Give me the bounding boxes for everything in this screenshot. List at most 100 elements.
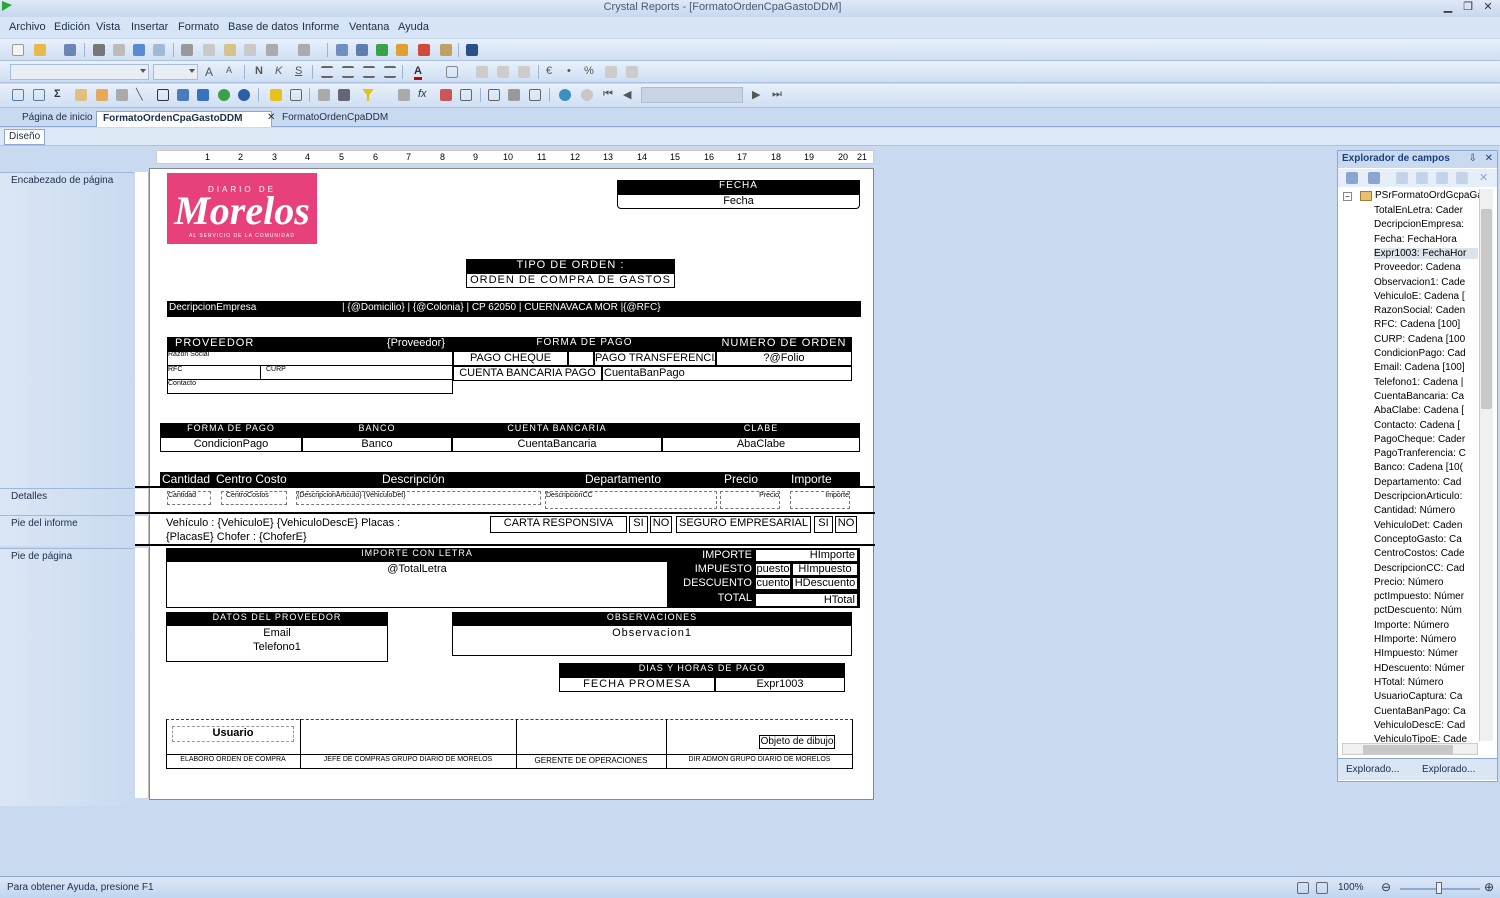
cuenta-bancaria-field[interactable]: CuentaBancaria <box>452 437 662 452</box>
page-setup-icon[interactable] <box>508 89 520 101</box>
label-importe[interactable]: IMPORTE <box>668 549 752 561</box>
field-item[interactable]: HImpuesto: Númer <box>1374 648 1478 659</box>
field-item[interactable]: ConceptoGasto: Ca <box>1374 534 1478 545</box>
format-painter-icon[interactable] <box>244 44 256 56</box>
decrease-decimals-icon[interactable] <box>626 66 638 78</box>
box-icon[interactable] <box>157 89 169 101</box>
summary-icon[interactable]: Σ <box>54 88 61 100</box>
template-icon[interactable] <box>398 89 410 101</box>
field-item[interactable]: PagoCheque: Cader <box>1374 434 1478 445</box>
stop-icon[interactable] <box>581 89 593 101</box>
section-expert-icon[interactable] <box>290 89 302 101</box>
carta-responsiva[interactable]: CARTA RESPONSIVA <box>490 516 627 533</box>
menu-base-de-datos[interactable]: Base de datos <box>228 21 298 33</box>
field-item[interactable]: CentroCostos: Cade <box>1374 548 1478 559</box>
rename-icon[interactable] <box>1456 172 1468 184</box>
guidelines-icon[interactable] <box>488 89 500 101</box>
htotal-field[interactable]: HTotal <box>755 593 858 607</box>
field-item[interactable]: Telefono1: Cadena | <box>1374 377 1478 388</box>
detail-importe[interactable]: Importe <box>790 491 850 509</box>
bold-button[interactable]: N <box>255 65 263 77</box>
detail-descripcion[interactable]: {DescripcionArticulo} {VehiculoDet} <box>296 491 541 505</box>
field-item[interactable]: DescripcionCC: Cad <box>1374 563 1478 574</box>
font-size-combo[interactable] <box>153 64 198 80</box>
field-item[interactable]: DecripcionEmpresa: <box>1374 219 1478 230</box>
label-total[interactable]: TOTAL <box>668 592 752 604</box>
email-field[interactable]: Email <box>166 627 388 639</box>
close-button[interactable]: ✕ <box>1478 0 1498 15</box>
tab-formato-orden-cpa-gasto[interactable]: FormatoOrdenCpaGastoDDM <box>96 111 272 127</box>
section-page-header[interactable]: Encabezado de página <box>0 172 134 488</box>
field-item[interactable]: Contacto: Cadena [ <box>1374 420 1478 431</box>
contacto-field[interactable]: Contacto <box>168 380 196 387</box>
pin-icon[interactable]: ⇩ <box>1469 153 1477 164</box>
collapse-icon[interactable]: − <box>1343 192 1352 201</box>
field-item[interactable]: Departamento: Cad <box>1374 477 1478 488</box>
seguro-si[interactable]: SI <box>814 516 833 533</box>
proveedor-field[interactable]: {Proveedor} <box>387 337 445 349</box>
cuenta-bancaria-pago-label[interactable]: CUENTA BANCARIA PAGO <box>453 366 602 381</box>
section-page-footer[interactable]: Pie de página <box>0 548 134 806</box>
tipo-orden-value[interactable]: ORDEN DE COMPRA DE GASTOS <box>466 273 675 288</box>
carta-si[interactable]: SI <box>629 516 648 533</box>
field-item[interactable]: Cantidad: Número <box>1374 505 1478 516</box>
razon-social-field[interactable]: Razon Social <box>168 351 209 358</box>
select-expert-icon[interactable] <box>362 89 374 101</box>
map-icon[interactable] <box>218 89 230 101</box>
currency-icon[interactable]: € <box>546 65 552 77</box>
field-item[interactable]: HImporte: Número <box>1374 634 1478 645</box>
folio-field[interactable]: ?@Folio <box>716 351 852 366</box>
label-impuesto[interactable]: IMPUESTO <box>668 563 752 575</box>
group-icon[interactable] <box>336 44 348 56</box>
lock-size-icon[interactable] <box>518 66 530 78</box>
vehiculo-line-1[interactable]: Vehículo : {VehiculoE} {VehiculoDescE} P… <box>166 517 400 529</box>
subreport-icon[interactable] <box>116 89 128 101</box>
tab-report-explorer[interactable]: Explorado... <box>1422 764 1475 775</box>
field-item[interactable]: Expr1003: FechaHor <box>1374 247 1478 259</box>
report-explorer-icon[interactable] <box>376 44 388 56</box>
group-insert-icon[interactable] <box>33 89 45 101</box>
increase-decimals-icon[interactable] <box>605 66 617 78</box>
toolbox-icon[interactable] <box>418 44 430 56</box>
lock-format-icon[interactable] <box>497 66 509 78</box>
vehiculo-line-2[interactable]: {PlacasE} Chofer : {ChoferE} <box>166 531 307 543</box>
tab-home[interactable]: Página de inicio <box>16 111 99 127</box>
insert-field-icon[interactable] <box>1346 172 1358 184</box>
new-icon[interactable] <box>12 44 24 56</box>
close-panel-icon[interactable]: ✕ <box>1485 153 1493 164</box>
export-icon[interactable] <box>133 44 145 56</box>
field-item[interactable]: VehiculoE: Cadena [ <box>1374 291 1478 302</box>
undo-icon[interactable] <box>266 44 278 56</box>
flash-icon[interactable] <box>238 89 250 101</box>
field-item[interactable]: UsuarioCaptura: Ca <box>1374 691 1478 702</box>
prev-page-icon[interactable]: ◀ <box>623 88 631 101</box>
menu-ventana[interactable]: Ventana <box>349 21 389 33</box>
field-item[interactable]: RazonSocial: Caden <box>1374 305 1478 316</box>
horizontal-scrollbar[interactable] <box>1342 743 1478 755</box>
menu-informe[interactable]: Informe <box>302 21 339 33</box>
field-item[interactable]: Proveedor: Cadena <box>1374 262 1478 273</box>
next-page-icon[interactable]: ▶ <box>752 88 760 101</box>
field-item[interactable]: VehiculoDet: Caden <box>1374 520 1478 531</box>
vertical-scrollbar[interactable] <box>1479 189 1493 741</box>
drawing-object[interactable]: Objeto de dibujo <box>759 735 835 749</box>
page-view-icon[interactable] <box>1297 882 1309 894</box>
find-icon[interactable] <box>466 44 478 56</box>
browse-icon[interactable] <box>1368 172 1380 184</box>
field-item[interactable]: HDescuento: Númer <box>1374 663 1478 674</box>
menu-formato[interactable]: Formato <box>178 21 219 33</box>
cut-icon[interactable] <box>181 44 193 56</box>
pago-cheque-check[interactable] <box>568 351 594 366</box>
pct-impuesto-field[interactable]: puesto <box>755 563 791 576</box>
paste-icon[interactable] <box>224 44 236 56</box>
field-item[interactable]: Precio: Número <box>1374 577 1478 588</box>
field-item[interactable]: HTotal: Número <box>1374 677 1478 688</box>
col-importe[interactable]: Importe <box>791 472 832 486</box>
menu-vista[interactable]: Vista <box>96 21 120 33</box>
database-expert-icon[interactable] <box>270 89 282 101</box>
seguro-no[interactable]: NO <box>835 516 857 533</box>
field-item[interactable]: CuentaBancaria: Ca <box>1374 391 1478 402</box>
h-scroll-thumb[interactable] <box>1363 745 1453 754</box>
sections-icon[interactable] <box>529 89 541 101</box>
minimize-button[interactable]: ▁ <box>1438 0 1458 15</box>
